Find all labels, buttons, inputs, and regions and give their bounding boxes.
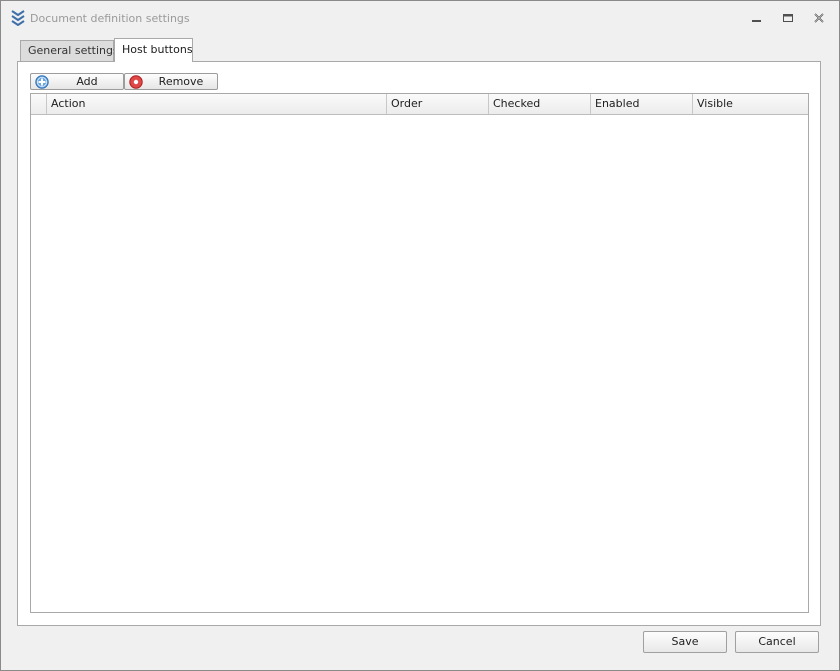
close-button[interactable]	[811, 10, 827, 26]
row-indicator-header[interactable]	[31, 94, 47, 114]
chevrons-down-app-icon	[11, 10, 25, 27]
remove-button-label: Remove	[158, 75, 204, 88]
tab-host-buttons[interactable]: Host buttons	[114, 38, 193, 62]
minimize-button[interactable]	[749, 10, 765, 26]
cancel-button[interactable]: Cancel	[735, 631, 819, 653]
restore-icon	[783, 14, 793, 22]
column-header-visible[interactable]: Visible	[693, 94, 808, 114]
grid-header: Action Order Checked Enabled Visible	[31, 94, 808, 115]
column-header-action[interactable]: Action	[47, 94, 387, 114]
add-circle-icon	[35, 75, 49, 89]
window-title: Document definition settings	[30, 12, 190, 25]
column-header-order[interactable]: Order	[387, 94, 489, 114]
add-button[interactable]: Add	[30, 73, 124, 90]
add-button-label: Add	[76, 75, 98, 88]
column-header-enabled[interactable]: Enabled	[591, 94, 693, 114]
tab-label: Host buttons	[122, 43, 193, 56]
grid-body-empty[interactable]	[31, 115, 808, 612]
close-icon	[814, 13, 824, 23]
save-button[interactable]: Save	[643, 631, 727, 653]
title-bar[interactable]: Document definition settings	[1, 1, 839, 35]
tab-general-settings[interactable]: General settings	[20, 40, 119, 62]
remove-circle-icon	[129, 75, 143, 89]
remove-button[interactable]: Remove	[124, 73, 218, 90]
column-header-checked[interactable]: Checked	[489, 94, 591, 114]
minimize-icon	[752, 20, 761, 22]
restore-button[interactable]	[780, 10, 796, 26]
host-buttons-grid[interactable]: Action Order Checked Enabled Visible	[30, 93, 809, 613]
tab-label: General settings	[28, 44, 119, 57]
dialog-window: Document definition settings General set…	[0, 0, 840, 671]
